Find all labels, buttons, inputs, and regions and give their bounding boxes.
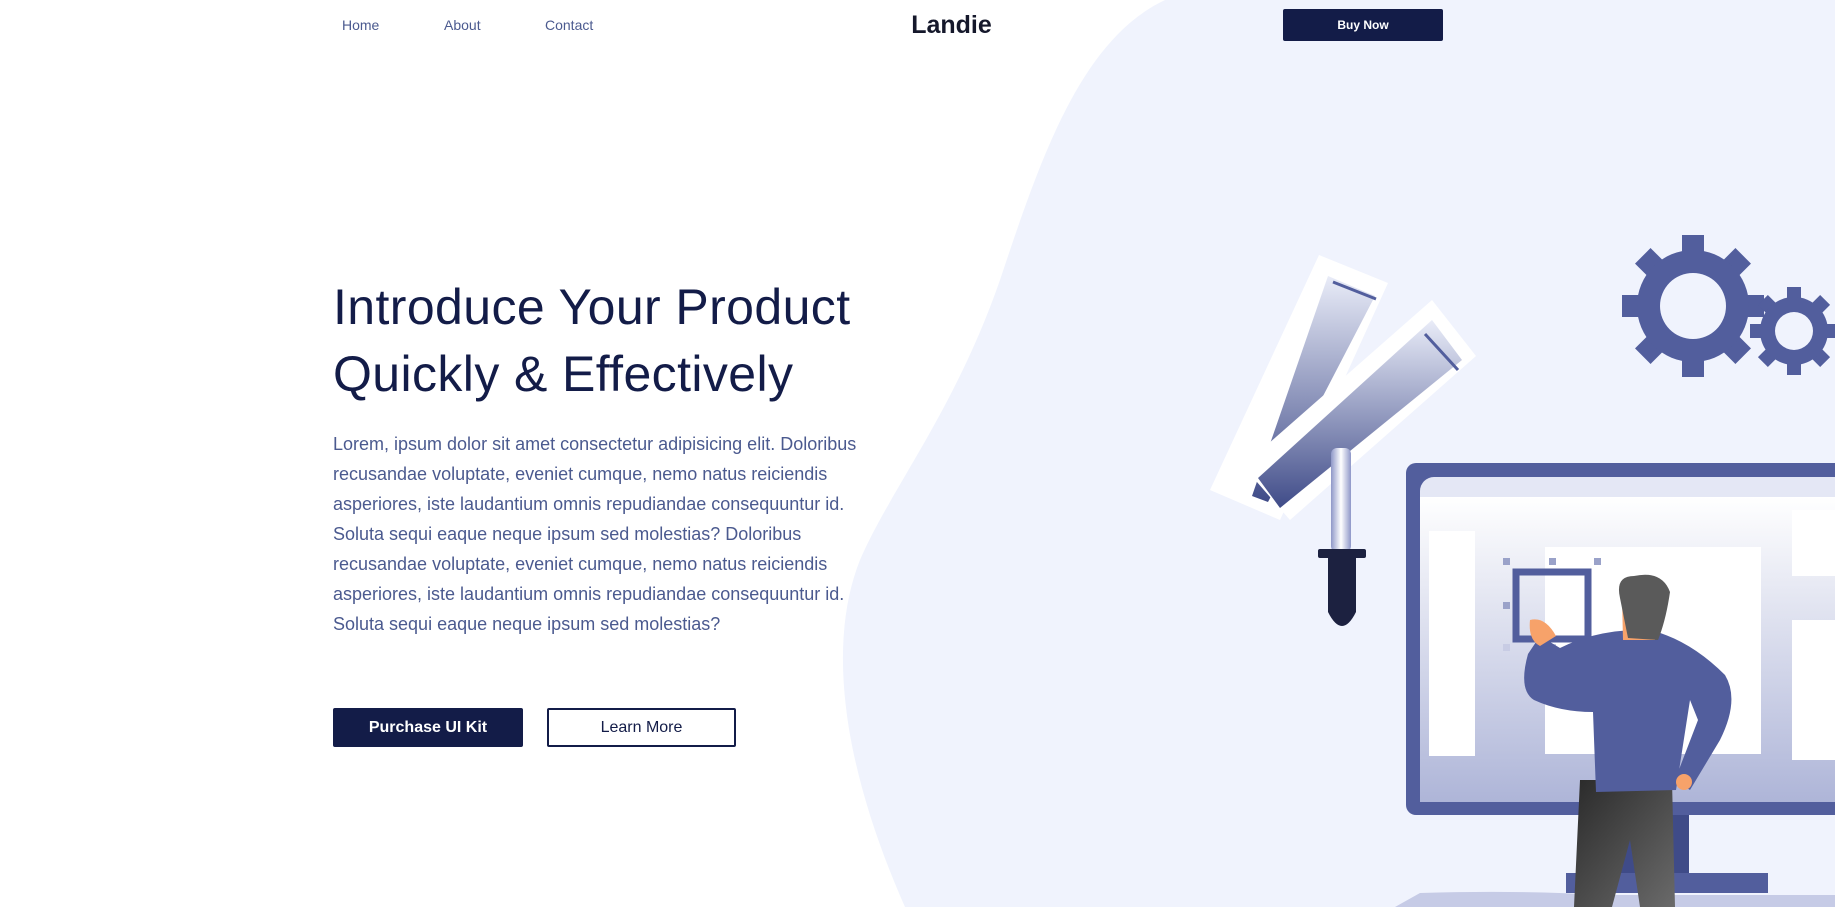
hero-illustration (1210, 235, 1835, 907)
brand-logo: Landie (911, 11, 992, 39)
hero-title-line-1: Introduce Your Product (333, 279, 851, 335)
learn-more-button[interactable]: Learn More (547, 708, 736, 747)
gear-icon (1622, 235, 1764, 377)
hero-description: Lorem, ipsum dolor sit amet consectetur … (333, 434, 857, 634)
nav-link-contact[interactable]: Contact (545, 16, 593, 34)
nav-link-home[interactable]: Home (342, 16, 379, 34)
small-gear-icon (1750, 287, 1835, 375)
buy-now-button[interactable]: Buy Now (1283, 9, 1443, 41)
nav-link-about[interactable]: About (444, 16, 481, 34)
purchase-ui-kit-button[interactable]: Purchase UI Kit (333, 708, 523, 747)
hero-title: Introduce Your Product Quickly & Effecti… (333, 274, 973, 408)
top-navigation: Home About Contact Landie Buy Now (0, 0, 1835, 50)
hero-title-line-2: Quickly & Effectively (333, 346, 794, 402)
